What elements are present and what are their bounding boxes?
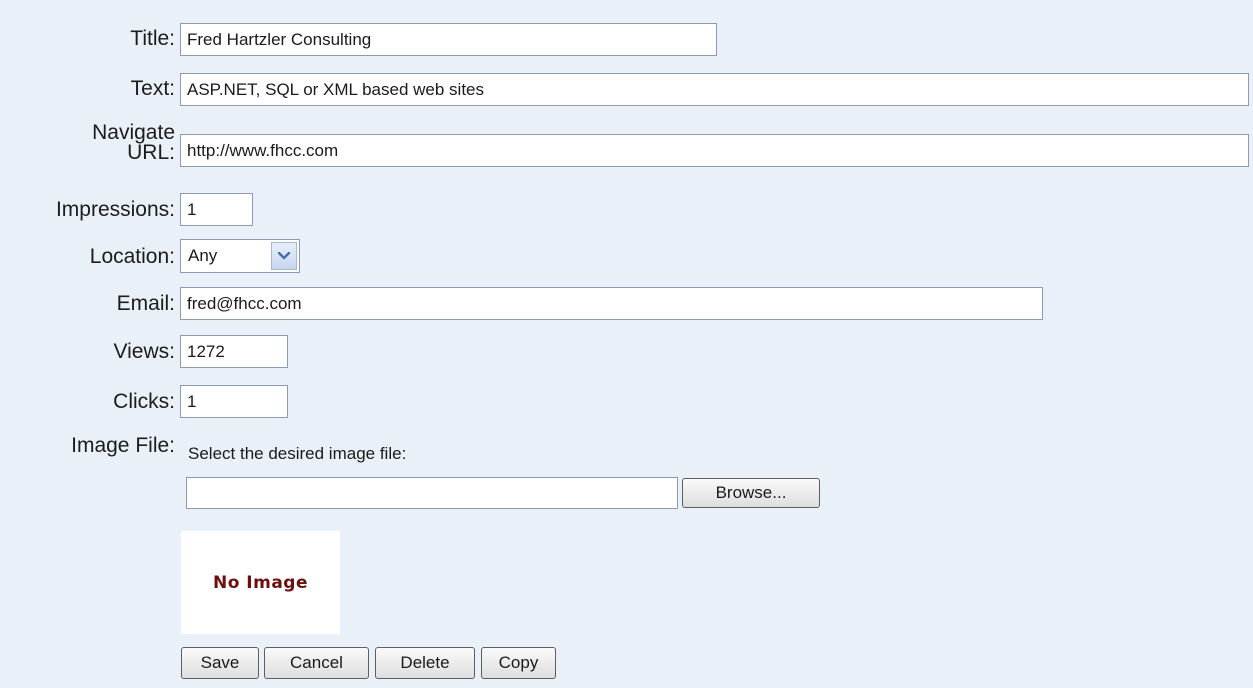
image-preview: No Image [181,531,340,634]
title-label: Title: [130,27,175,50]
image-file-path-input[interactable] [186,477,678,509]
views-input[interactable] [180,335,288,368]
browse-button[interactable]: Browse... [682,478,820,508]
impressions-input[interactable] [180,193,253,226]
copy-button[interactable]: Copy [481,647,556,679]
text-input[interactable] [180,73,1249,106]
location-select[interactable]: Any [180,239,300,273]
image-file-hint: Select the desired image file: [188,444,407,463]
cancel-button[interactable]: Cancel [264,647,369,679]
navigate-url-input[interactable] [180,134,1249,167]
image-file-label: Image File: [71,434,175,457]
navigate-url-label: Navigate URL: [92,122,175,164]
delete-button[interactable]: Delete [375,647,475,679]
text-label: Text: [130,77,175,100]
no-image-text: No Image [212,572,309,593]
chevron-down-icon-glyph [278,252,290,260]
email-input[interactable] [180,287,1043,320]
title-input[interactable] [180,23,717,56]
save-button[interactable]: Save [181,647,259,679]
chevron-down-icon[interactable] [271,242,297,270]
location-label: Location: [89,245,175,268]
impressions-label: Impressions: [55,198,175,221]
views-label: Views: [113,340,175,363]
email-label: Email: [116,292,175,315]
clicks-input[interactable] [180,385,288,418]
navigate-url-label-line2: URL: [127,141,175,164]
clicks-label: Clicks: [113,390,175,413]
location-select-value: Any [188,246,218,265]
